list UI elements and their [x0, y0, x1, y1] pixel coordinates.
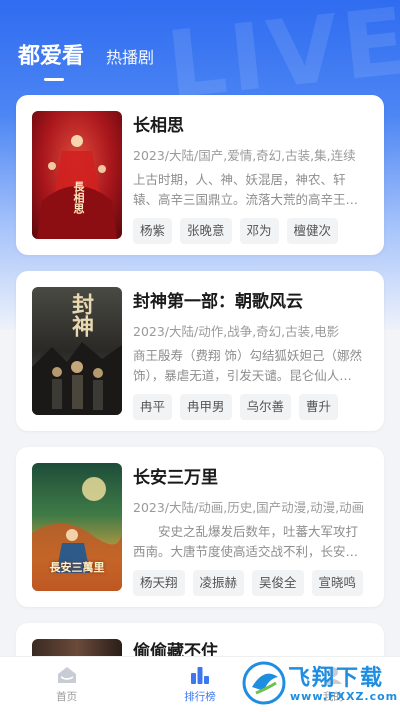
tab-label: 热播剧 [106, 48, 155, 67]
cast-tags: 杨紫 张晚意 邓为 檀健次 [133, 218, 368, 244]
cast-tag[interactable]: 张晚意 [180, 218, 232, 244]
drama-title: 长安三万里 [133, 468, 218, 488]
poster-title: 封神 [68, 293, 94, 337]
nav-label: 排行榜 [184, 691, 216, 703]
drama-meta: 2023/大陆/国产,爱情,奇幻,古装,集,连续 [133, 148, 356, 163]
watermark-url: www.FXXZ.com [290, 690, 399, 703]
drama-title: 封神第一部：朝歌风云 [133, 292, 303, 312]
drama-title: 长相思 [133, 116, 184, 136]
nav-home[interactable]: 首页 [0, 657, 133, 712]
poster-image: 長相思 [32, 111, 122, 239]
drama-card[interactable]: 長安三萬里 长安三万里 2023/大陆/动画,历史,国产动漫,动漫,动画 安史之… [16, 447, 384, 607]
cast-tag[interactable]: 凌振赫 [192, 570, 245, 596]
site-watermark: 飞翔下载 www.FXXZ.com [240, 654, 400, 712]
drama-card[interactable]: 長相思 长相思 2023/大陆/国产,爱情,奇幻,古装,集,连续 上古时期，人、… [16, 95, 384, 255]
cast-tag[interactable]: 冉平 [133, 394, 173, 420]
drama-meta: 2023/大陆/动作,战争,奇幻,古装,电影 [133, 324, 340, 339]
drama-description: 安史之乱爆发后数年，吐蕃大军攻打西南。大唐节度使高适交战不利，长安… [133, 524, 359, 559]
home-icon [57, 667, 76, 683]
active-tab-indicator [44, 78, 64, 81]
poster-image: 長安三萬里 [32, 463, 122, 591]
cast-tag[interactable]: 乌尔善 [239, 394, 292, 420]
cast-tags: 杨天翔 凌振赫 吴俊全 宣晓鸣 [133, 570, 368, 596]
tab-label: 都爱看 [18, 44, 85, 69]
cast-tag[interactable]: 吴俊全 [252, 570, 304, 596]
drama-description: 商王殷寿（费翔 饰）勾结狐妖妲己（娜然 饰），暴虐无道，引发天谴。昆仑仙人… [133, 348, 362, 383]
tab-re-bo-ju[interactable]: 热播剧 [106, 44, 154, 68]
watermark-logo-icon [242, 661, 286, 705]
drama-meta: 2023/大陆/动画,历史,国产动漫,动漫,动画 [133, 500, 365, 515]
drama-card[interactable]: 封神 封神第一部：朝歌风云 2023/大陆/动作,战争,奇幻,古装,电影 商王殷… [16, 271, 384, 431]
poster-title: 長安三萬里 [49, 561, 105, 574]
watermark-name: 飞翔下载 [288, 666, 385, 691]
cast-tag[interactable]: 杨天翔 [133, 570, 185, 596]
cast-tag[interactable]: 檀健次 [286, 218, 339, 244]
drama-description: 上古时期，人、神、妖混居，神农、轩辕、高辛三国鼎立。流落大荒的高辛王… [133, 172, 359, 207]
cast-tag[interactable]: 宣晓鸣 [311, 570, 364, 596]
tab-dou-ai-kan[interactable]: 都爱看 [18, 38, 85, 81]
cast-tag[interactable]: 曹升 [299, 394, 339, 420]
drama-list: 長相思 长相思 2023/大陆/国产,爱情,奇幻,古装,集,连续 上古时期，人、… [16, 95, 384, 687]
poster-title: 長相思 [72, 181, 85, 214]
poster-image: 封神 [32, 287, 122, 415]
cast-tag[interactable]: 杨紫 [133, 218, 173, 244]
cast-tag[interactable]: 冉甲男 [180, 394, 232, 420]
ranking-bars-icon [190, 667, 209, 684]
cast-tag[interactable]: 邓为 [239, 218, 279, 244]
poster-art [37, 135, 117, 239]
top-tabs: 都爱看 热播剧 [18, 38, 154, 81]
nav-label: 首页 [56, 691, 78, 703]
cast-tags: 冉平 冉甲男 乌尔善 曹升 [133, 394, 368, 420]
